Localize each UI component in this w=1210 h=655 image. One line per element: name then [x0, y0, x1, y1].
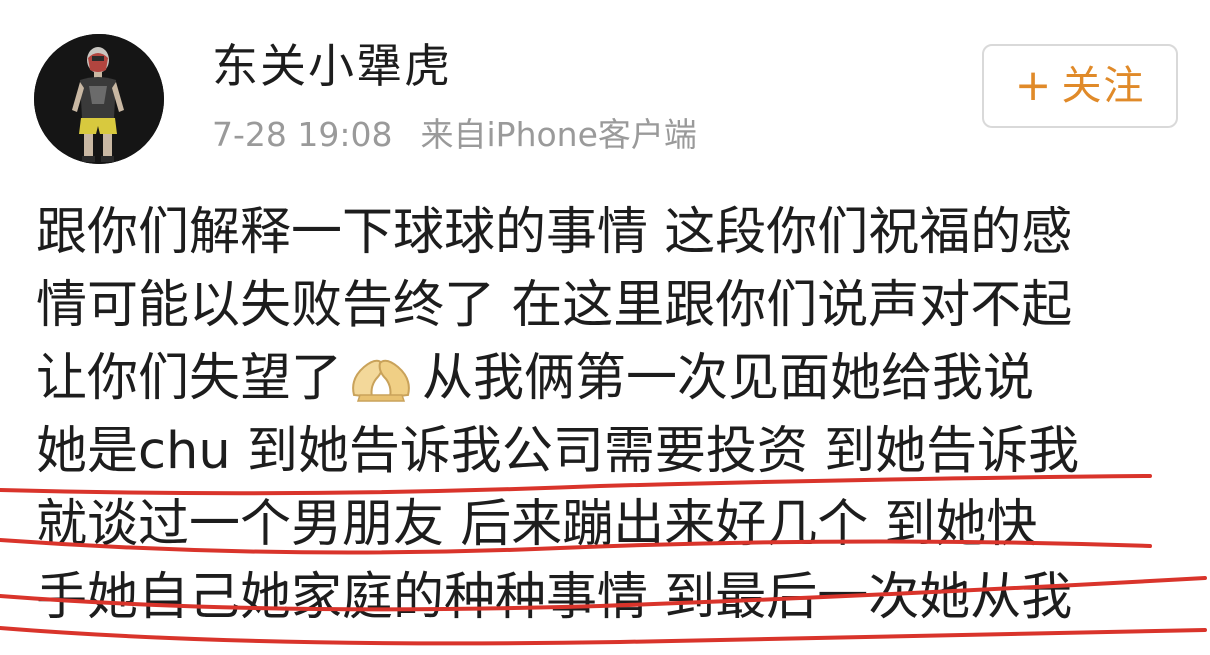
- follow-button[interactable]: + 关注: [982, 44, 1178, 128]
- body-line: 就谈过一个男朋友 后来蹦出来好几个 到她快: [36, 495, 1038, 554]
- avatar-figure-icon: [34, 34, 164, 164]
- weibo-post: 东关小犟虎 7-28 19:08 来自iPhone客户端 + 关注 跟你们解释一下…: [0, 0, 1210, 655]
- praying-hands-icon: [352, 359, 410, 402]
- post-meta: 7-28 19:08 来自iPhone客户端: [212, 110, 697, 160]
- avatar[interactable]: [34, 34, 164, 164]
- body-line: 情可能以失败告终了 在这里跟你们说声对不起: [36, 276, 1073, 335]
- post-body: 跟你们解释一下球球的事情 这段你们祝福的感 情可能以失败告终了 在这里跟你们说声…: [36, 196, 1186, 634]
- username[interactable]: 东关小犟虎: [212, 34, 452, 98]
- body-line: 跟你们解释一下球球的事情 这段你们祝福的感: [36, 203, 1073, 262]
- body-line-part: 从我俩第一次见面她给我说: [422, 349, 1035, 408]
- post-time: 7-28 19:08: [212, 115, 393, 154]
- post-source: 来自iPhone客户端: [420, 115, 697, 154]
- body-line-with-emoji: 让你们失望了 从我俩第一次见面她给我说: [36, 342, 1186, 415]
- body-line: 她是chu 到她告诉我公司需要投资 到她告诉我: [36, 422, 1080, 481]
- follow-label: 关注: [1061, 63, 1146, 109]
- plus-icon: +: [1014, 60, 1052, 111]
- body-line-part: 让你们失望了: [36, 349, 343, 408]
- body-line: 手她自己她家庭的种种事情 到最后一次她从我: [36, 568, 1073, 627]
